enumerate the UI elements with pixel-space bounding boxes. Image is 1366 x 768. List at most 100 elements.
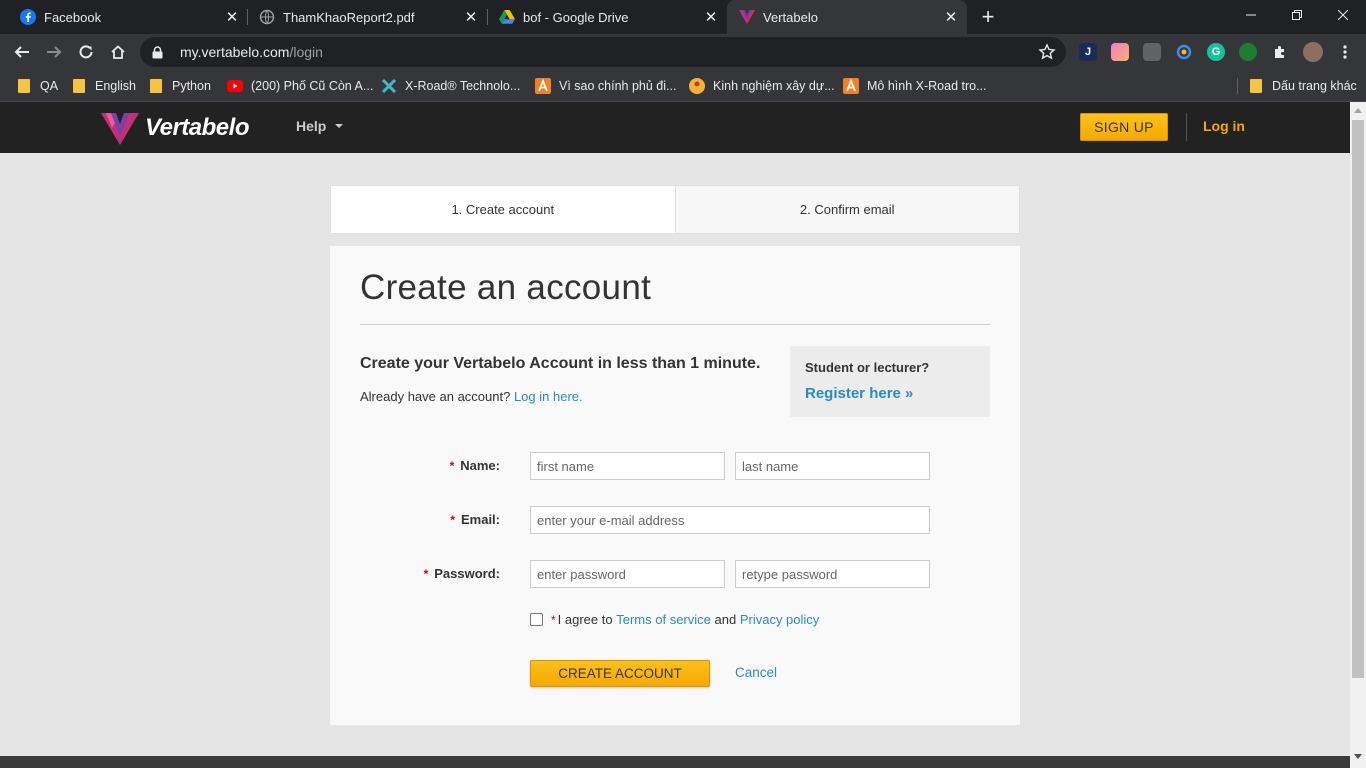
email-label: * Email: [450,512,500,527]
browser-toolbar: my.vertabelo.com/login J G [0,34,1366,70]
step-confirm-email: 2. Confirm email [674,186,1020,233]
google-drive-icon [499,9,515,25]
header-login-link[interactable]: Log in [1203,118,1245,134]
extensions-puzzle-icon[interactable] [1271,43,1289,61]
url-text: my.vertabelo.com/login [180,44,323,60]
caret-down-icon [335,124,344,128]
terms-agreement: * I agree to Terms of service and Privac… [530,612,819,627]
bookmark-divider [1237,78,1238,94]
lock-icon [152,45,166,59]
close-tab-icon[interactable]: ✕ [222,7,242,27]
title-divider [360,324,990,325]
required-marker: * [551,612,556,627]
forward-arrow-icon[interactable] [40,38,68,66]
register-here-link[interactable]: Register here » [805,385,913,402]
required-marker: * [423,567,429,581]
bookmark-mo-hinh[interactable]: Mô hình X-Road tro... [843,76,987,96]
new-tab-button[interactable]: + [976,4,1000,29]
extension-grid-icon[interactable] [1143,43,1161,61]
retype-password-input[interactable] [735,560,930,588]
minimize-button[interactable] [1228,0,1274,30]
extension-leaf-icon[interactable] [1239,43,1257,61]
already-have-account: Already have an account? Log in here. [360,389,583,404]
header-divider [1186,113,1187,141]
scroll-thumb[interactable] [1352,120,1364,678]
restore-button[interactable] [1274,0,1320,30]
site-header: Vertabelo Help SIGN UP Log in [0,102,1350,153]
folder-icon [71,78,87,94]
a-letter-icon [535,78,551,94]
browser-tab-bar: Facebook ✕ ThamKhaoReport2.pdf ✕ bof - G… [0,0,1366,34]
a-letter-icon [843,78,859,94]
close-tab-icon[interactable]: ✕ [461,7,481,27]
tab-title: bof - Google Drive [523,9,629,25]
reload-icon[interactable] [72,38,100,66]
required-marker: * [450,513,455,527]
name-label: * Name: [449,458,500,473]
signup-steps: 1. Create account 2. Confirm email [330,185,1020,234]
youtube-icon [227,78,243,94]
bookmarks-bar: QA English Python (200) Phố Cũ Còn A... … [0,70,1366,102]
tab-pdf[interactable]: ThamKhaoReport2.pdf ✕ [247,0,487,34]
agree-checkbox[interactable] [530,613,543,626]
back-arrow-icon[interactable] [8,38,36,66]
first-name-input[interactable] [530,452,725,480]
bookmark-youtube[interactable]: (200) Phố Cũ Còn A... [227,76,373,96]
folder-icon [1248,78,1264,94]
extension-circle-icon[interactable] [1175,43,1193,61]
student-lecturer-box: Student or lecturer? Register here » [790,346,990,417]
step-create-account: 1. Create account [331,186,675,233]
bookmark-python[interactable]: Python [148,76,211,96]
login-here-link[interactable]: Log in here. [514,389,583,404]
scroll-up-arrow-icon[interactable] [1354,108,1362,113]
bookmark-star-icon[interactable] [1038,43,1056,61]
tab-vertabelo[interactable]: Vertabelo ✕ [727,0,967,34]
bookmark-english[interactable]: English [71,76,136,96]
folder-icon [16,78,32,94]
vertabelo-logo-icon [101,113,139,145]
globe-icon [259,9,275,25]
create-account-button[interactable]: CREATE ACCOUNT [530,660,710,687]
extension-gradient-icon[interactable] [1111,43,1129,61]
profile-icon [689,78,705,94]
cancel-link[interactable]: Cancel [735,665,777,680]
create-account-card: Create an account Create your Vertabelo … [330,246,1020,725]
email-input[interactable] [530,506,930,534]
bookmark-chinh-phu[interactable]: Vì sao chính phủ đi... [535,76,676,96]
close-tab-icon[interactable]: ✕ [941,7,961,27]
vertabelo-logo[interactable]: Vertabelo [101,111,249,145]
scroll-down-arrow-icon[interactable] [1354,754,1362,759]
facebook-icon [20,9,36,25]
lead-text: Create your Vertabelo Account in less th… [360,355,761,372]
privacy-policy-link[interactable]: Privacy policy [740,612,819,627]
xroad-icon [381,78,397,94]
tab-title: Vertabelo [763,9,818,25]
grammarly-icon[interactable]: G [1207,43,1225,61]
close-window-button[interactable] [1320,0,1366,30]
tab-title: Facebook [44,9,102,25]
address-bar[interactable]: my.vertabelo.com/login [140,37,1066,67]
bookmark-xroad[interactable]: X-Road® Technolo... [381,76,520,96]
page-scrollbar[interactable] [1350,102,1366,768]
help-menu[interactable]: Help [296,118,344,134]
kebab-menu-icon[interactable] [1336,43,1354,61]
student-question: Student or lecturer? [805,360,930,375]
sign-up-button[interactable]: SIGN UP [1080,113,1168,141]
tab-google-drive[interactable]: bof - Google Drive ✕ [487,0,727,34]
extension-j-icon[interactable]: J [1079,43,1097,61]
terms-of-service-link[interactable]: Terms of service [616,612,711,627]
bookmark-other[interactable]: Dấu trang khác [1248,76,1357,96]
bookmark-kinh-nghiem[interactable]: Kinh nghiệm xây dự... [689,76,835,96]
bookmark-qa[interactable]: QA [16,76,58,96]
profile-avatar[interactable] [1303,42,1323,62]
page-viewport: Vertabelo Help SIGN UP Log in 1. Create … [0,102,1350,756]
close-tab-icon[interactable]: ✕ [701,7,721,27]
last-name-input[interactable] [735,452,930,480]
bottom-strip [0,756,1350,768]
home-icon[interactable] [104,38,132,66]
password-label: * Password: [423,566,500,581]
page-title: Create an account [360,268,652,307]
tab-title: ThamKhaoReport2.pdf [283,9,415,25]
password-input[interactable] [530,560,725,588]
tab-facebook[interactable]: Facebook ✕ [8,0,248,34]
